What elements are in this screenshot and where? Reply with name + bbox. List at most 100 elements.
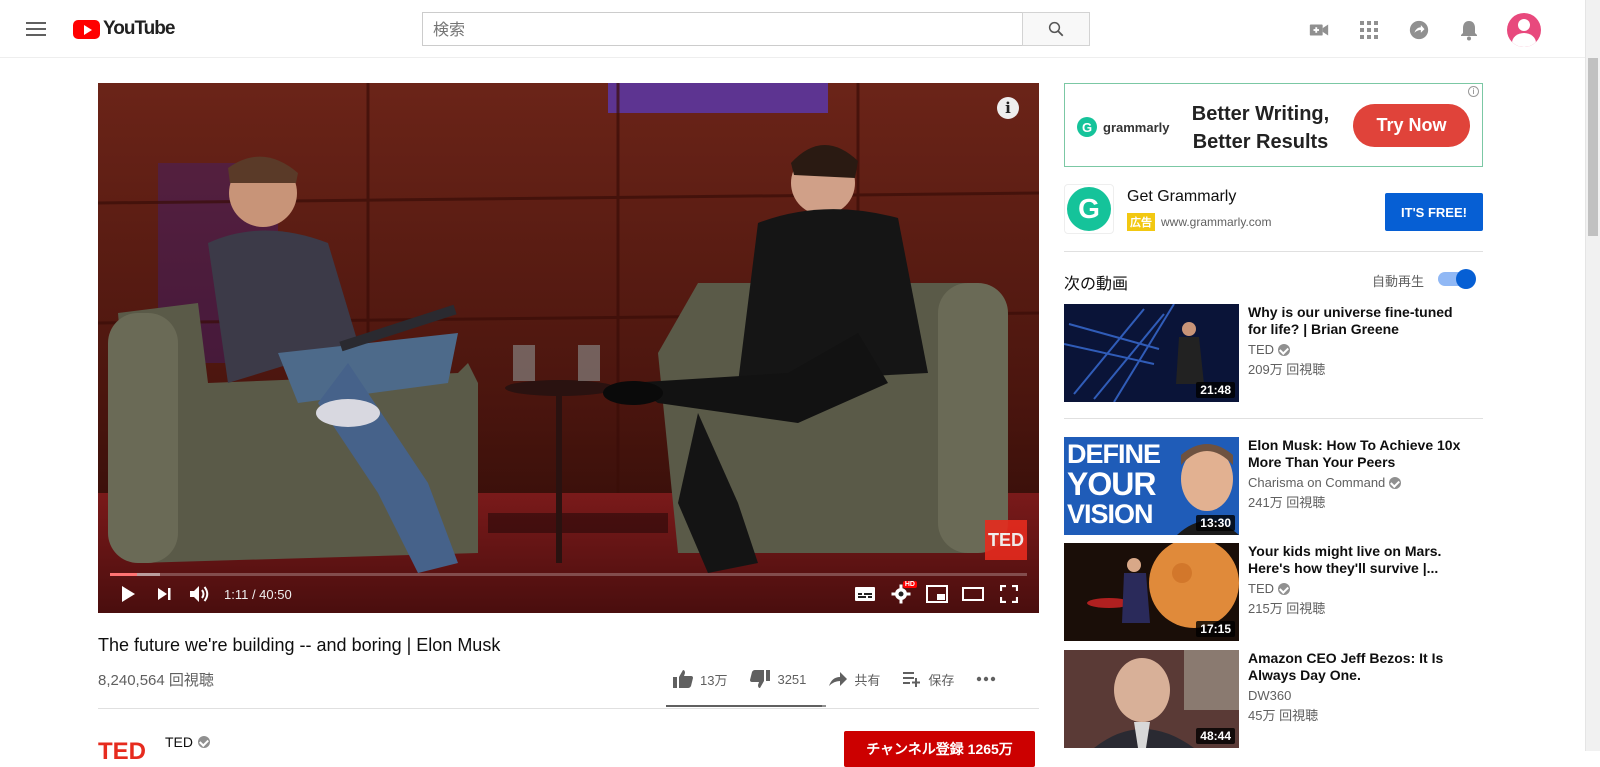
save-button[interactable]: 保存 [902,670,954,689]
apps-grid-icon[interactable] [1357,18,1381,42]
recommendation-channel: Charisma on Command [1248,475,1386,490]
ad-badge: 広告 [1127,213,1155,231]
video-thumbnail[interactable]: 17:15 [1064,543,1239,641]
video-player[interactable]: i TED 1:11 / 40:50 HD [98,83,1039,613]
sentiment-bar [666,705,826,707]
settings-button[interactable]: HD [883,579,919,609]
thumbs-down-icon [750,670,771,688]
ad-info-icon[interactable]: i [1468,86,1479,97]
recommendation-title[interactable]: Elon Musk: How To Achieve 10x More Than … [1248,437,1468,471]
search-button[interactable] [1022,12,1090,46]
share-messages-icon[interactable] [1407,18,1431,42]
ad-title[interactable]: Get Grammarly [1127,188,1236,206]
more-actions-button[interactable] [976,676,996,682]
verified-icon [1389,476,1402,489]
scrollbar-thumb[interactable] [1588,58,1598,236]
thumb-text-line: YOUR [1067,466,1156,502]
volume-icon [190,586,209,602]
dislike-count: 3251 [777,671,807,687]
recommendation-item[interactable]: 21:48 Why is our universe fine-tuned for… [1064,304,1483,402]
youtube-play-icon [73,19,100,39]
verified-icon [198,736,210,748]
share-icon [829,672,848,686]
thumb-text-line: VISION [1067,499,1154,529]
video-actions: 13万 3251 共有 保存 [672,669,1018,689]
volume-button[interactable] [182,579,218,609]
theater-mode-button[interactable] [955,579,991,609]
subtitles-icon [855,587,875,601]
divider [98,708,1039,709]
autoplay-toggle[interactable] [1438,269,1476,289]
fullscreen-button[interactable] [991,579,1027,609]
recommendation-channel-row: Charisma on Command [1248,475,1468,490]
page-scrollbar[interactable] [1585,0,1600,751]
recommendation-item[interactable]: DEFINE YOUR VISION 13:30 Elon Musk: How … [1064,437,1483,535]
menu-icon[interactable] [24,18,48,38]
video-thumbnail[interactable]: 48:44 [1064,650,1239,748]
save-label: 保存 [928,672,955,688]
ad-card[interactable]: G Get Grammarly 広告 www.grammarly.com IT'… [1064,184,1483,234]
share-button[interactable]: 共有 [828,670,880,689]
channel-logo[interactable]: TED [98,738,148,765]
notifications-bell-icon[interactable] [1457,18,1481,42]
grammarly-app-icon: G [1064,184,1114,234]
recommendation-channel: DW360 [1248,688,1292,703]
sentiment-bar-likes [666,705,823,707]
recommendation-item[interactable]: 17:15 Your kids might live on Mars. Here… [1064,543,1483,641]
next-button[interactable] [146,579,182,609]
next-icon [158,588,171,600]
theater-icon [962,587,984,601]
account-avatar[interactable] [1507,13,1541,47]
grammarly-icon: G [1077,117,1097,137]
view-count: 8,240,564 回視聴 [98,672,214,689]
ad-banner[interactable]: G grammarly Better Writing, Better Resul… [1064,83,1483,167]
recommendation-channel: TED [1248,581,1274,596]
play-button[interactable] [110,579,146,609]
video-duration: 17:15 [1196,621,1235,637]
recommendation-title[interactable]: Your kids might live on Mars. Here's how… [1248,543,1468,577]
banner-headline-line2: Better Results [1192,131,1329,153]
recommendation-title[interactable]: Why is our universe fine-tuned for life?… [1248,304,1468,338]
thumbs-up-icon [673,670,693,688]
divider [1064,418,1483,419]
recommendation-channel-row: TED [1248,342,1468,357]
autoplay-label: 自動再生 [1372,274,1425,289]
like-count: 13万 [700,672,728,688]
banner-headline: Better Writing, Better Results [1183,100,1338,156]
logo-text: YouTube [103,18,175,39]
info-icon[interactable]: i [997,97,1019,119]
subtitles-button[interactable] [847,579,883,609]
banner-brand: grammarly [1103,119,1170,135]
more-horizontal-icon [977,676,996,682]
video-thumbnail[interactable]: 21:48 [1064,304,1239,402]
like-button[interactable]: 13万 [672,669,727,689]
time-display: 1:11 / 40:50 [224,586,292,602]
recommendation-views: 45万 回視聴 [1248,708,1319,723]
create-video-icon[interactable] [1307,18,1331,42]
channel-name-row[interactable]: TED [165,734,210,750]
search-input[interactable] [422,12,1022,46]
search-icon [1048,21,1064,37]
video-title: The future we're building -- and boring … [98,635,501,655]
miniplayer-button[interactable] [919,579,955,609]
top-actions [1307,13,1541,47]
its-free-button[interactable]: IT'S FREE! [1385,193,1483,231]
player-controls: 1:11 / 40:50 HD [98,575,1039,613]
dislike-button[interactable]: 3251 [749,669,806,689]
video-thumbnail[interactable]: DEFINE YOUR VISION 13:30 [1064,437,1239,535]
recommendation-item[interactable]: 48:44 Amazon CEO Jeff Bezos: It Is Alway… [1064,650,1483,748]
recommendation-views: 215万 回視聴 [1248,601,1326,616]
video-duration: 48:44 [1196,728,1235,744]
youtube-logo[interactable]: YouTube [73,18,175,40]
recommendation-title[interactable]: Amazon CEO Jeff Bezos: It Is Always Day … [1248,650,1468,684]
masthead: YouTube [0,0,1585,58]
recommendation-views: 209万 回視聴 [1248,362,1326,377]
ad-url: www.grammarly.com [1161,215,1272,229]
recommendation-info: Elon Musk: How To Achieve 10x More Than … [1248,437,1468,535]
thumb-text-line: DEFINE [1067,439,1161,469]
subscribe-button[interactable]: チャンネル登録 1265万 [844,731,1035,767]
try-now-button[interactable]: Try Now [1353,104,1470,147]
channel-name[interactable]: TED [165,734,193,750]
recommendation-info: Why is our universe fine-tuned for life?… [1248,304,1468,402]
recommendation-info: Your kids might live on Mars. Here's how… [1248,543,1468,641]
